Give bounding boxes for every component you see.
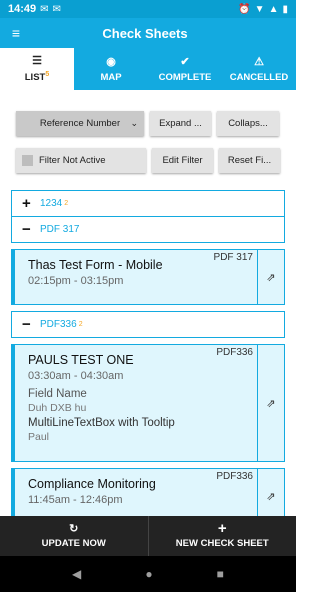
share-icon[interactable]: ⇗ bbox=[257, 345, 284, 461]
group-header[interactable]: − PDF336 2 bbox=[11, 311, 285, 338]
plus-icon: + bbox=[217, 520, 227, 537]
card-title: PAULS TEST ONE bbox=[28, 353, 134, 367]
checkbox-icon bbox=[22, 155, 33, 166]
card-reference: PDF336 bbox=[216, 347, 253, 358]
tab-list-label: LIST bbox=[24, 72, 46, 84]
group-header[interactable]: + 1234 2 bbox=[11, 190, 285, 217]
chevron-down-icon: ⌄ bbox=[130, 118, 138, 128]
tab-bar: ☰ LIST5 ◉ MAP ✔ COMPLETE ⚠ CANCELLED bbox=[0, 48, 296, 90]
group-label: PDF336 bbox=[40, 319, 77, 330]
tab-complete[interactable]: ✔ COMPLETE bbox=[148, 48, 222, 90]
update-now-label: UPDATE NOW bbox=[41, 538, 106, 549]
tab-complete-label: COMPLETE bbox=[158, 71, 212, 83]
card-body: PDF336 PAULS TEST ONE 03:30am - 04:30am … bbox=[15, 345, 257, 461]
filter-toggle[interactable]: Filter Not Active bbox=[16, 148, 146, 173]
filter-row: Filter Not Active Edit Filter Reset Fi..… bbox=[16, 148, 280, 173]
tab-list-badge: 5 bbox=[45, 70, 50, 78]
app-bar: ≡ Check Sheets bbox=[0, 18, 296, 48]
mail-icon: ✉ bbox=[52, 3, 61, 15]
edit-filter-button[interactable]: Edit Filter bbox=[152, 148, 213, 173]
sort-select[interactable]: Reference Number ⌄ bbox=[16, 111, 144, 136]
expand-button[interactable]: Expand ... bbox=[150, 111, 211, 136]
mail-icon: ✉ bbox=[40, 3, 49, 15]
alarm-icon: ⏰ bbox=[238, 3, 251, 15]
card-time: 11:45am - 12:46pm bbox=[28, 494, 123, 506]
list-item[interactable]: PDF336 PAULS TEST ONE 03:30am - 04:30am … bbox=[11, 344, 285, 462]
field-value: Duh DXB hu bbox=[28, 402, 87, 414]
home-icon[interactable]: ● bbox=[145, 567, 152, 581]
list-item[interactable]: PDF336 Compliance Monitoring 11:45am - 1… bbox=[11, 468, 285, 516]
warning-icon: ⚠ bbox=[254, 55, 264, 68]
back-icon[interactable]: ◀ bbox=[72, 567, 81, 581]
tab-cancelled-label: CANCELLED bbox=[229, 71, 289, 83]
collapse-icon: − bbox=[22, 221, 31, 238]
wifi-icon: ▼ bbox=[254, 3, 265, 15]
system-nav-bar: ◀ ● ■ bbox=[0, 556, 296, 592]
group-label: PDF 317 bbox=[40, 224, 80, 235]
field-label: Field Name bbox=[28, 388, 87, 400]
share-icon[interactable]: ⇗ bbox=[257, 469, 284, 516]
card-time: 03:30am - 04:30am bbox=[28, 370, 124, 382]
collapse-button[interactable]: Collaps... bbox=[217, 111, 279, 136]
bottom-action-bar: ↻ UPDATE NOW + NEW CHECK SHEET bbox=[0, 516, 296, 556]
sort-select-value: Reference Number bbox=[39, 118, 121, 129]
map-pin-icon: ◉ bbox=[106, 55, 116, 68]
field-label: MultiLineTextBox with Tooltip bbox=[28, 417, 175, 429]
status-bar: 14:49 ✉ ✉ ⏰ ▼ ▲ ▮ bbox=[0, 0, 296, 18]
expand-icon: + bbox=[22, 195, 31, 212]
filter-status-label: Filter Not Active bbox=[39, 155, 106, 166]
new-check-sheet-button[interactable]: + NEW CHECK SHEET bbox=[147, 516, 297, 556]
field-value: Paul bbox=[28, 431, 50, 443]
card-title: Compliance Monitoring bbox=[28, 477, 156, 491]
share-icon[interactable]: ⇗ bbox=[257, 250, 284, 304]
tab-map[interactable]: ◉ MAP bbox=[74, 48, 148, 90]
page-title: Check Sheets bbox=[102, 25, 188, 41]
refresh-icon: ↻ bbox=[69, 523, 79, 535]
card-body: PDF 317 Thas Test Form - Mobile 02:15pm … bbox=[15, 250, 257, 304]
group-label: 1234 bbox=[40, 198, 63, 209]
group-count-badge: 2 bbox=[64, 200, 69, 207]
status-time: 14:49 bbox=[8, 3, 37, 15]
recent-apps-icon[interactable]: ■ bbox=[217, 567, 224, 581]
card-body: PDF336 Compliance Monitoring 11:45am - 1… bbox=[15, 469, 257, 516]
card-title: Thas Test Form - Mobile bbox=[28, 258, 163, 272]
battery-icon: ▮ bbox=[282, 3, 288, 15]
list-item[interactable]: PDF 317 Thas Test Form - Mobile 02:15pm … bbox=[11, 249, 285, 305]
sort-row: Reference Number ⌄ Expand ... Collaps... bbox=[16, 111, 279, 136]
group-count-badge: 2 bbox=[78, 321, 83, 328]
reset-filter-button[interactable]: Reset Fi... bbox=[219, 148, 280, 173]
tab-map-label: MAP bbox=[100, 71, 122, 83]
group-header[interactable]: − PDF 317 bbox=[11, 216, 285, 243]
new-check-sheet-label: NEW CHECK SHEET bbox=[175, 538, 269, 549]
card-time: 02:15pm - 03:15pm bbox=[28, 275, 124, 287]
menu-icon[interactable]: ≡ bbox=[0, 25, 26, 41]
list-icon: ☰ bbox=[32, 54, 42, 67]
tab-cancelled[interactable]: ⚠ CANCELLED bbox=[222, 48, 296, 90]
signal-icon: ▲ bbox=[268, 3, 279, 15]
check-sheet-list: + 1234 2 − PDF 317 PDF 317 Thas Test For… bbox=[11, 190, 285, 516]
update-now-button[interactable]: ↻ UPDATE NOW bbox=[0, 516, 148, 556]
card-reference: PDF 317 bbox=[213, 252, 253, 263]
check-icon: ✔ bbox=[180, 55, 190, 68]
card-reference: PDF336 bbox=[216, 471, 253, 482]
collapse-icon: − bbox=[22, 316, 31, 333]
tab-list[interactable]: ☰ LIST5 bbox=[0, 48, 74, 90]
